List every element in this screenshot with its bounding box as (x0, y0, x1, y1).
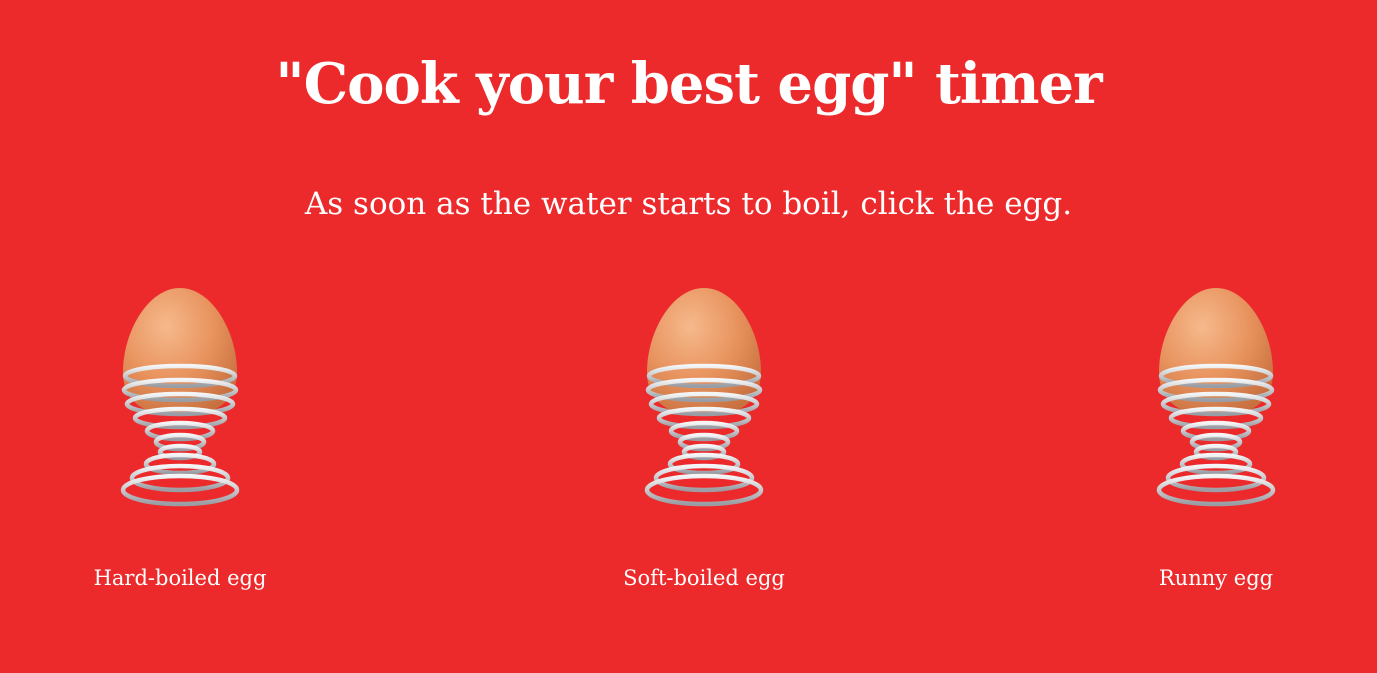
instruction-text: As soon as the water starts to boil, cli… (304, 186, 1073, 222)
egg-label-runny[interactable]: Runny egg (1096, 563, 1336, 593)
egg-label-soft-boiled[interactable]: Soft-boiled egg (584, 563, 824, 593)
egg-in-cup-icon[interactable] (584, 280, 824, 520)
egg-in-cup-icon[interactable] (1096, 280, 1336, 520)
egg-in-cup-icon[interactable] (60, 280, 300, 520)
egg-option-hard-boiled[interactable]: Hard-boiled egg (60, 280, 300, 610)
egg-option-soft-boiled[interactable]: Soft-boiled egg (584, 280, 824, 610)
egg-label-hard-boiled[interactable]: Hard-boiled egg (60, 563, 300, 593)
page-title: "Cook your best egg" timer (275, 51, 1102, 117)
egg-option-runny[interactable]: Runny egg (1096, 280, 1336, 610)
